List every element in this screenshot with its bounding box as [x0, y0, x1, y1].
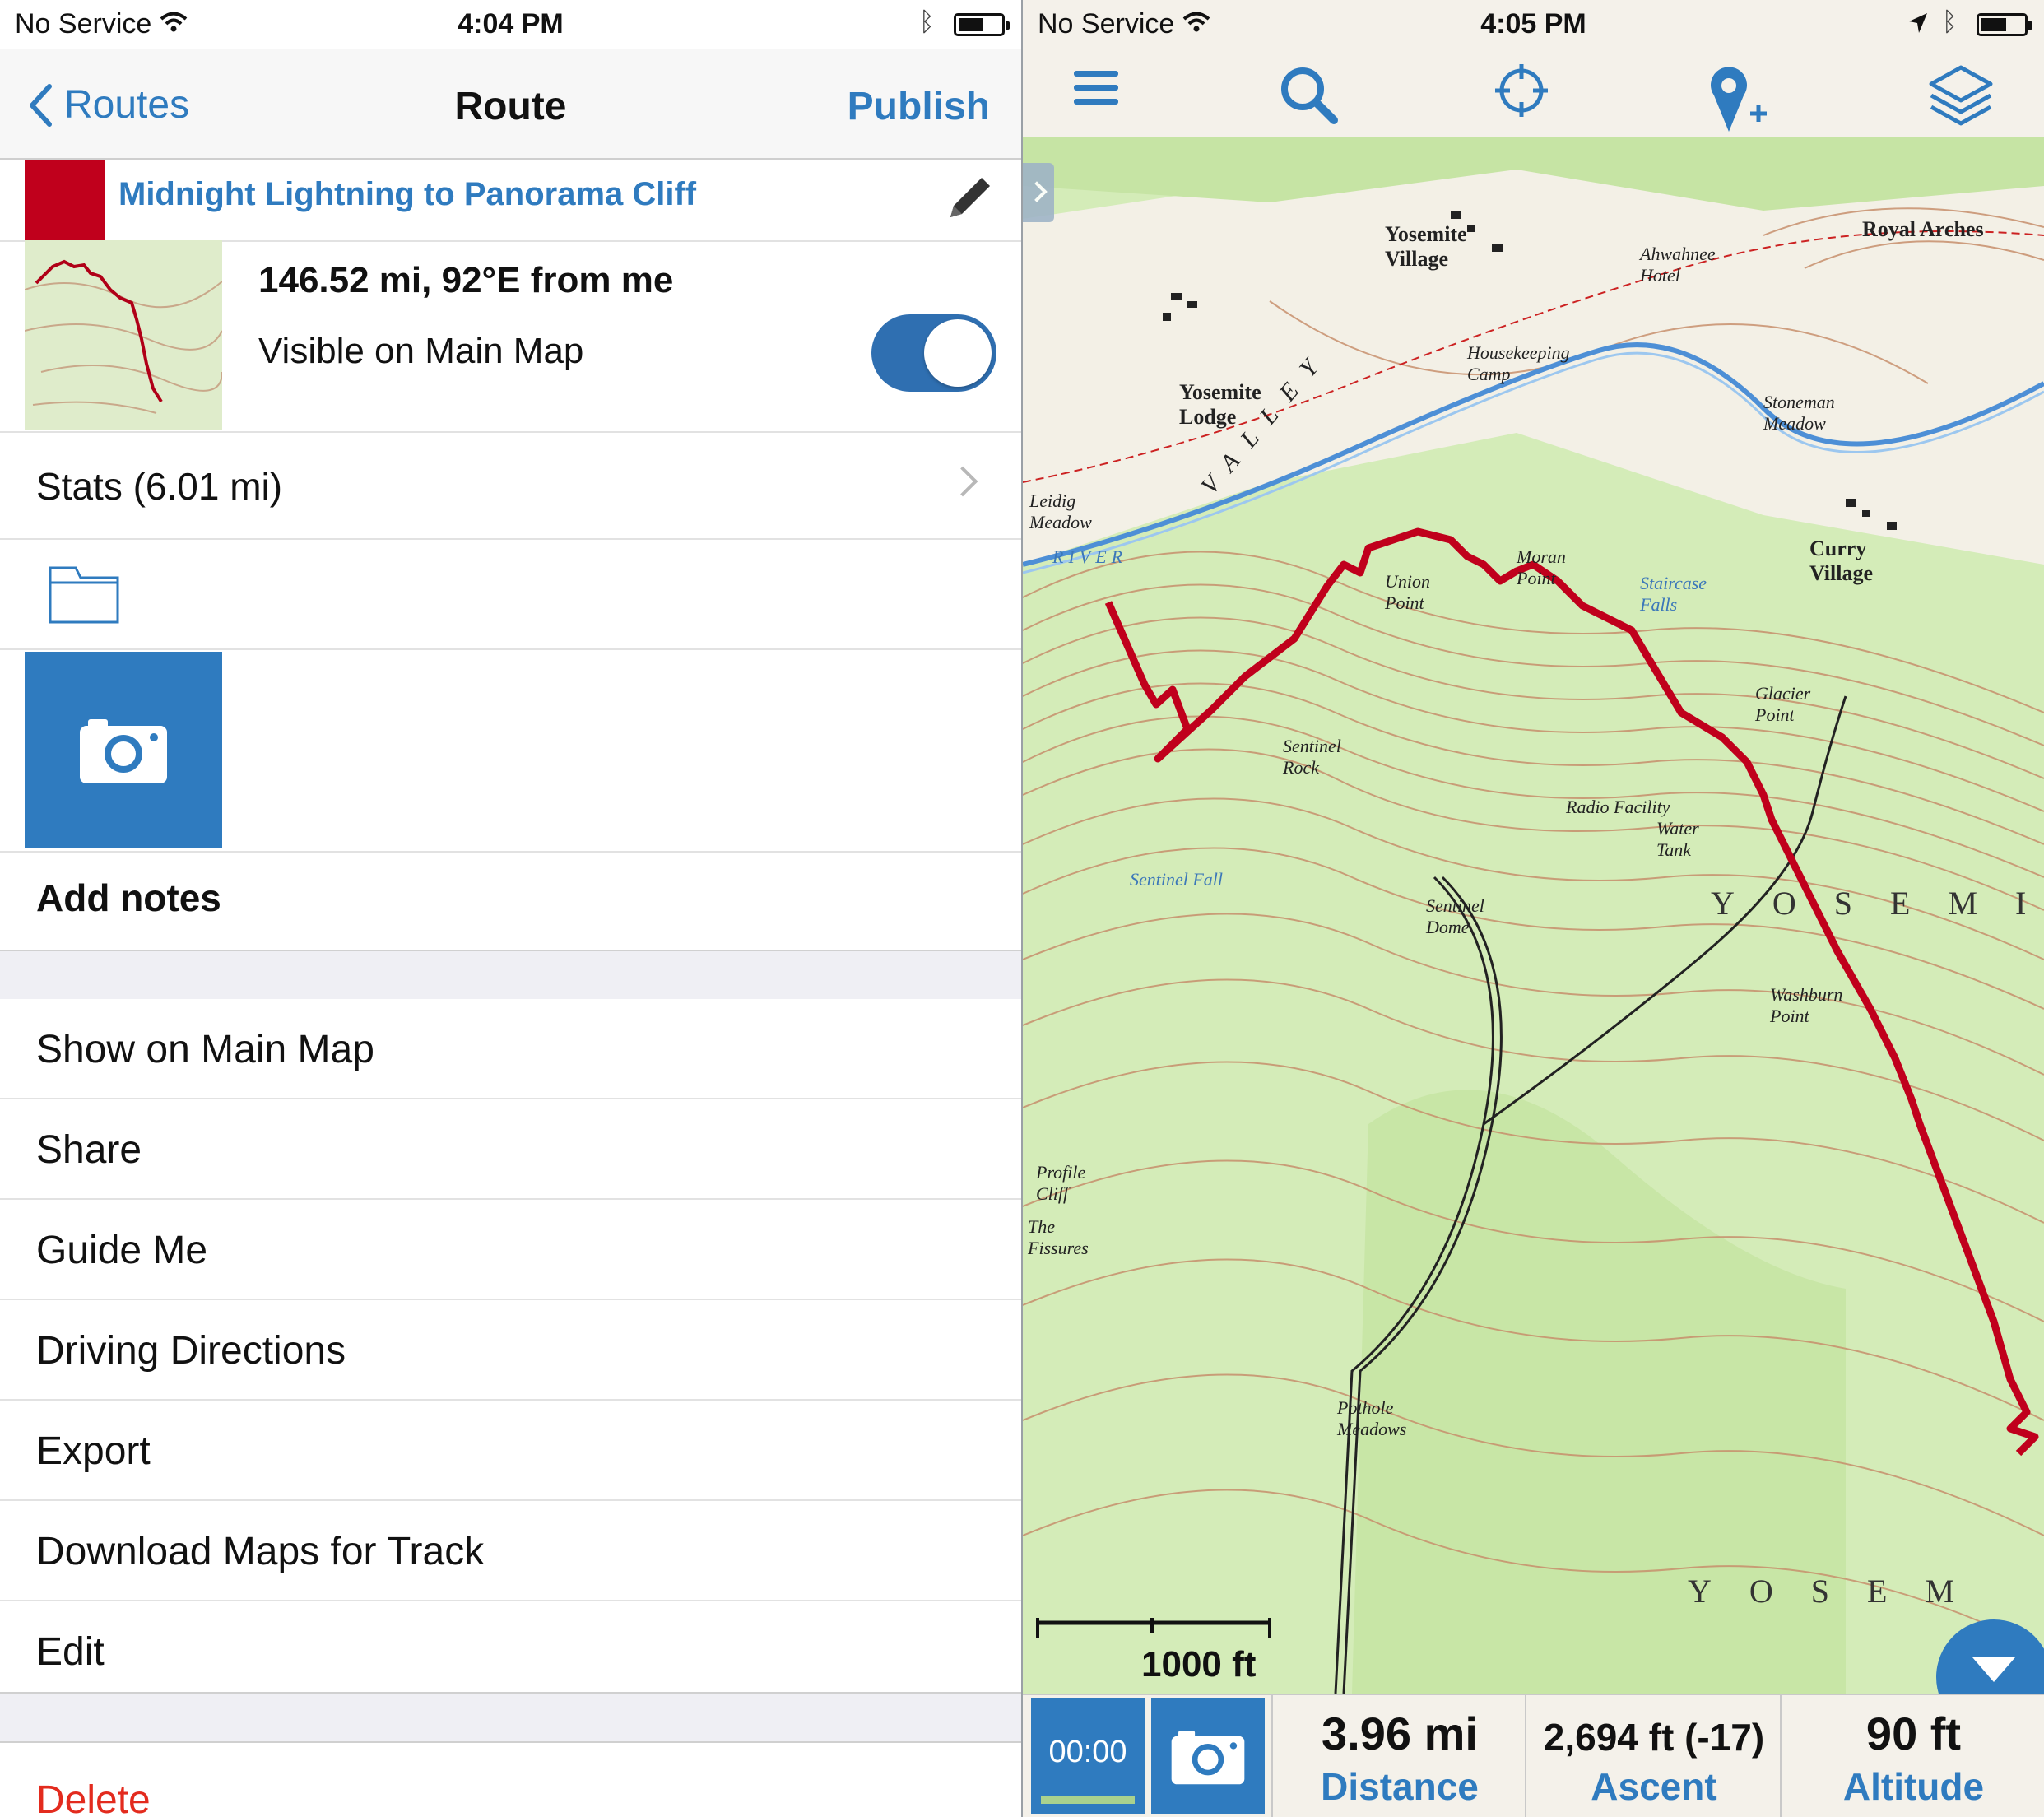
map-label: YOSEMI — [1711, 885, 2044, 922]
route-distance: 146.52 mi, 92°E from me — [258, 260, 674, 300]
map-label: YOSEM — [1688, 1573, 1993, 1610]
sidebar-expand-tab[interactable] — [1023, 163, 1054, 222]
menu-item-download-maps[interactable]: Download Maps for Track — [0, 1501, 1021, 1601]
map-label: Moran Point — [1517, 546, 1566, 588]
route-summary: 146.52 mi, 92°E from me Visible on Main … — [0, 240, 1021, 433]
section-spacer — [0, 1692, 1021, 1743]
chevron-right-icon — [947, 466, 978, 497]
record-timer-button[interactable]: 00:00 — [1031, 1698, 1145, 1814]
add-notes-label: Add notes — [36, 876, 221, 919]
tracking-stats-bar: 00:00 3.96 mi Distance 2,694 ft (-17) As… — [1023, 1694, 2044, 1817]
bluetooth-icon: ᛒ — [1941, 7, 1958, 36]
menu-item-show-on-main-map[interactable]: Show on Main Map — [0, 999, 1021, 1099]
ascent-value: 2,694 ft (-17) — [1543, 1716, 1765, 1759]
camera-icon — [80, 719, 167, 783]
status-bar: No Service 4:05 PM ᛒ — [1023, 0, 2044, 49]
location-arrow-icon — [1909, 13, 1927, 33]
route-thumbnail[interactable] — [25, 240, 222, 430]
map-label: Radio Facility — [1566, 797, 1670, 817]
map-label: Ahwahnee Hotel — [1640, 244, 1716, 286]
menu-icon[interactable] — [1071, 63, 1122, 114]
map-label: Sentinel Rock — [1283, 736, 1341, 778]
scale-bar — [1036, 1618, 1271, 1638]
photo-row — [0, 650, 1021, 853]
map-label: Royal Arches — [1862, 217, 1984, 241]
map-label: Washburn Point — [1770, 984, 1843, 1026]
topo-map[interactable]: Yosemite Village Yosemite Lodge Curry Vi… — [1023, 137, 2044, 1694]
map-label: Housekeeping Camp — [1467, 342, 1570, 384]
stats-label: Stats (6.01 mi) — [36, 465, 283, 508]
camera-icon — [1171, 1731, 1245, 1785]
map-label: Water Tank — [1656, 818, 1699, 860]
map-toolbar — [1023, 49, 2044, 138]
route-color-swatch[interactable] — [25, 160, 105, 240]
scale-label: 1000 ft — [1141, 1644, 1257, 1685]
add-notes-row[interactable]: Add notes — [0, 853, 1021, 951]
map-label: Staircase Falls — [1640, 573, 1707, 615]
map-label: Glacier Point — [1755, 683, 1811, 725]
publish-button[interactable]: Publish — [848, 84, 990, 129]
layers-icon[interactable] — [1926, 63, 1995, 132]
bluetooth-icon: ᛒ — [918, 7, 935, 36]
delete-button[interactable]: Delete — [0, 1741, 1021, 1817]
folder-icon — [49, 566, 119, 624]
map-label: The Fissures — [1028, 1216, 1089, 1258]
clock: 4:04 PM — [458, 8, 564, 40]
folder-row[interactable] — [0, 540, 1021, 650]
toggle-knob — [924, 319, 992, 387]
route-header: Midnight Lightning to Panorama Cliff — [0, 160, 1021, 242]
map-label: Profile Cliff — [1036, 1162, 1086, 1204]
map-label: Union Point — [1385, 571, 1430, 613]
status-bar: No Service 4:04 PM ᛒ — [0, 0, 1021, 49]
map-screen: No Service 4:05 PM ᛒ Yosemite Village Yo… — [1023, 0, 2044, 1817]
altitude-label: Altitude — [1842, 1765, 1985, 1808]
visible-on-map-toggle[interactable] — [871, 314, 996, 392]
battery-icon — [954, 13, 1010, 36]
map-label: Pothole Meadows — [1337, 1397, 1407, 1439]
map-label: Curry Village — [1809, 537, 1874, 585]
distance-label: Distance — [1321, 1765, 1479, 1808]
visible-on-map-label: Visible on Main Map — [258, 331, 584, 371]
altitude-value: 90 ft — [1865, 1708, 1962, 1759]
add-waypoint-icon[interactable] — [1707, 63, 1770, 135]
menu-item-export[interactable]: Export — [0, 1401, 1021, 1501]
timer-indicator — [1041, 1796, 1135, 1804]
camera-button[interactable] — [1151, 1698, 1265, 1814]
route-name: Midnight Lightning to Panorama Cliff — [118, 176, 697, 212]
map-label: RIVER — [1052, 546, 1128, 567]
menu-item-share[interactable]: Share — [0, 1099, 1021, 1200]
navigation-bar: Routes Route Publish — [0, 49, 1021, 160]
map-label: Stoneman Meadow — [1763, 392, 1835, 434]
route-detail-screen: No Service 4:04 PM ᛒ Routes Route Publis… — [0, 0, 1021, 1817]
menu-item-guide-me[interactable]: Guide Me — [0, 1200, 1021, 1300]
battery-icon — [1977, 13, 2032, 36]
map-label: Yosemite Village — [1385, 222, 1467, 271]
menu-item-edit[interactable]: Edit — [0, 1601, 1021, 1700]
search-icon[interactable] — [1276, 63, 1342, 128]
timer-value: 00:00 — [1048, 1735, 1127, 1769]
action-menu: Show on Main Map Share Guide Me Driving … — [0, 999, 1021, 1700]
locate-icon[interactable] — [1494, 63, 1549, 118]
pencil-icon[interactable] — [939, 170, 998, 229]
add-photo-button[interactable] — [25, 652, 222, 848]
menu-item-driving-directions[interactable]: Driving Directions — [0, 1300, 1021, 1401]
stats-row[interactable]: Stats (6.01 mi) — [0, 431, 1021, 540]
map-label: Leidig Meadow — [1029, 490, 1092, 532]
section-spacer — [0, 951, 1021, 999]
map-label: Sentinel Fall — [1130, 869, 1224, 890]
altitude-stat[interactable]: 90 ft Altitude — [1780, 1695, 2044, 1817]
map-label: Sentinel Dome — [1426, 895, 1484, 937]
distance-stat[interactable]: 3.96 mi Distance — [1271, 1695, 1526, 1817]
ascent-stat[interactable]: 2,694 ft (-17) Ascent — [1525, 1695, 1782, 1817]
ascent-label: Ascent — [1591, 1765, 1717, 1808]
clock: 4:05 PM — [1480, 8, 1586, 40]
distance-value: 3.96 mi — [1322, 1708, 1478, 1759]
